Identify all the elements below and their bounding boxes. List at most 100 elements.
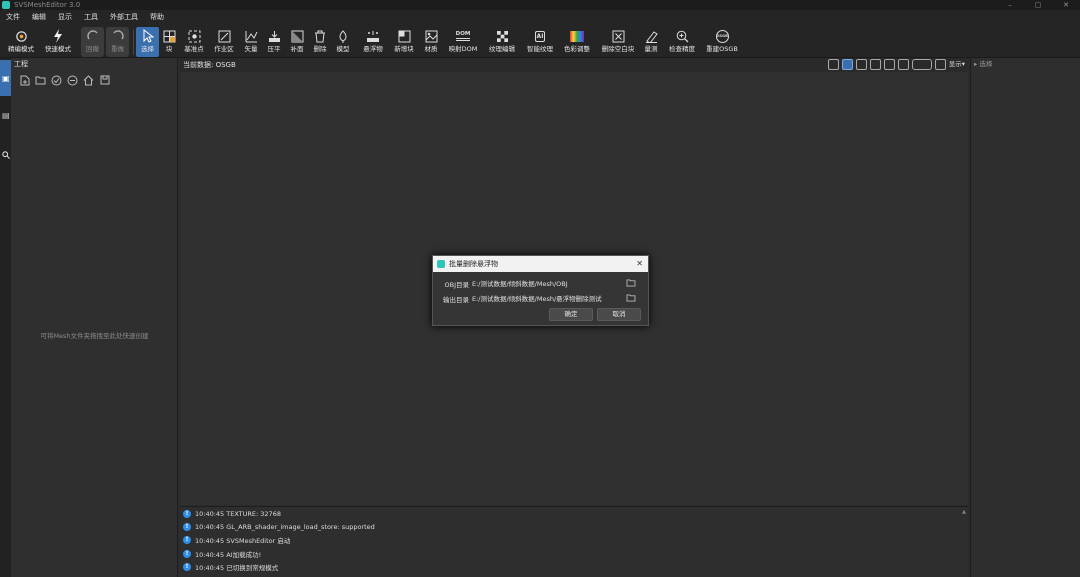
- project-panel: 工程 可将Mesh文件夹拖拽至此处快速创建: [11, 58, 178, 577]
- floating-object-button[interactable]: 悬浮物: [360, 27, 386, 57]
- browse-folder-icon[interactable]: [626, 294, 638, 304]
- dom-map-icon-bar: [456, 38, 470, 41]
- menu-help[interactable]: 帮助: [144, 10, 170, 25]
- dialog-title: 批量删除悬浮物: [449, 260, 498, 268]
- check-precision-button[interactable]: 检查精度: [667, 27, 697, 57]
- rebuild-osgb-button[interactable]: OSGB 重建OSGB: [704, 27, 740, 57]
- view-cube-icon[interactable]: [855, 59, 867, 70]
- display-dropdown[interactable]: 显示▾: [949, 59, 965, 70]
- menu-external-tools[interactable]: 外部工具: [104, 10, 144, 25]
- project-toolbar: [11, 71, 177, 89]
- title-bar: SVSMeshEditor 3.0 – ▢ ✕: [0, 0, 1080, 10]
- log-entry: ! 10:40:45 GL_ARB_shader_image_load_store…: [180, 520, 968, 533]
- obj-dir-field[interactable]: E:/测试数据/倾斜数据/Mesh/OBJ: [471, 279, 624, 290]
- menu-tools[interactable]: 工具: [78, 10, 104, 25]
- precision-mode-button[interactable]: 精编模式: [6, 27, 36, 57]
- menu-file[interactable]: 文件: [0, 10, 26, 25]
- reference-point-icon: [187, 29, 201, 43]
- dialog-titlebar: 批量删除悬浮物 ✕: [433, 256, 648, 272]
- model-icon: [336, 29, 350, 43]
- dom-map-icon: DOM: [453, 29, 473, 43]
- drop-hint-text: 可将Mesh文件夹拖拽至此处快速创建: [40, 332, 149, 340]
- project-panel-title: 工程: [14, 60, 28, 68]
- work-area-button[interactable]: 作业区: [212, 27, 236, 57]
- vector-button[interactable]: 矢量: [242, 27, 260, 57]
- viewport-controls: 显示▾: [827, 59, 965, 70]
- home-icon[interactable]: [83, 74, 94, 86]
- left-activity-bar: ▣ ▤: [0, 58, 11, 577]
- layers-icon[interactable]: ▤: [2, 111, 10, 120]
- check-circle-icon[interactable]: [51, 75, 62, 86]
- info-icon: !: [183, 509, 191, 518]
- delete-empty-block-icon: [611, 29, 625, 43]
- close-window-button[interactable]: ✕: [1052, 0, 1080, 10]
- block-tool-button[interactable]: 块: [161, 27, 177, 57]
- project-tab[interactable]: ▣: [0, 60, 11, 96]
- current-data-value: OSGB: [215, 61, 236, 69]
- minimize-button[interactable]: –: [996, 0, 1024, 10]
- obj-dir-row: OBJ目录 E:/测试数据/倾斜数据/Mesh/OBJ: [433, 278, 650, 290]
- select-tool-button[interactable]: 选择: [136, 27, 159, 57]
- add-block-icon: [397, 29, 411, 43]
- ok-button[interactable]: 确定: [549, 308, 593, 321]
- info-icon: !: [183, 523, 191, 532]
- measure-button[interactable]: 量测: [642, 27, 660, 57]
- check-precision-icon: [675, 29, 689, 43]
- main-toolbar: 精编模式 快速模式 回撤 重做 选择 块 基准点 作业区 矢量 压平 补面 删除…: [0, 25, 1080, 58]
- view-checked-icon[interactable]: [897, 59, 909, 70]
- scroll-up-icon[interactable]: ▲: [962, 509, 966, 515]
- flatten-button[interactable]: 压平: [265, 27, 283, 57]
- measure-icon: [644, 29, 658, 43]
- view-check-icon[interactable]: [883, 59, 895, 70]
- patch-face-button[interactable]: 补面: [288, 27, 306, 57]
- ai-texture-icon: AI: [534, 30, 546, 42]
- material-icon: [424, 29, 438, 43]
- view-box-icon[interactable]: [827, 59, 839, 70]
- maximize-button[interactable]: ▢: [1024, 0, 1052, 10]
- view-polygon-icon[interactable]: [841, 59, 853, 70]
- app-logo-icon: [437, 260, 445, 268]
- dialog-close-button[interactable]: ✕: [636, 259, 643, 268]
- delete-button[interactable]: 删除: [311, 27, 329, 57]
- model-button[interactable]: 模型: [334, 27, 352, 57]
- menu-bar: 文件 编辑 显示 工具 外部工具 帮助: [0, 10, 1080, 25]
- selection-header[interactable]: ▸ 选择: [971, 58, 1080, 71]
- undo-button[interactable]: 回撤: [81, 27, 104, 57]
- ai-texture-button[interactable]: AI 智能纹理: [525, 27, 555, 57]
- menu-view[interactable]: 显示: [52, 10, 78, 25]
- viewport-header: 当前数据: OSGB 显示▾: [180, 58, 968, 72]
- log-entry: ! 10:40:45 AI加载成功!: [180, 547, 968, 560]
- reference-point-button[interactable]: 基准点: [182, 27, 206, 57]
- fast-mode-button[interactable]: 快速模式: [43, 27, 73, 57]
- delete-empty-block-button[interactable]: 删除空白块: [600, 27, 636, 57]
- batch-delete-floating-dialog: 批量删除悬浮物 ✕ OBJ目录 E:/测试数据/倾斜数据/Mesh/OBJ 输出…: [432, 255, 649, 326]
- dom-map-button[interactable]: DOM 映射DOM: [446, 27, 480, 57]
- precision-mode-icon: [14, 29, 28, 43]
- minus-circle-icon[interactable]: [67, 75, 78, 86]
- redo-icon: [111, 29, 125, 43]
- cancel-button[interactable]: 取消: [597, 308, 641, 321]
- view-cylinder-icon[interactable]: [869, 59, 881, 70]
- view-layout-icon[interactable]: [934, 59, 946, 70]
- browse-folder-icon[interactable]: [626, 279, 638, 289]
- view-toggle-icon[interactable]: [911, 59, 932, 70]
- right-properties-panel: ▸ 选择: [970, 58, 1080, 577]
- patch-face-icon: [290, 29, 304, 43]
- new-file-icon[interactable]: [19, 75, 30, 86]
- redo-button[interactable]: 重做: [106, 27, 129, 57]
- lightning-icon: [51, 29, 65, 43]
- material-button[interactable]: 材质: [422, 27, 440, 57]
- obj-dir-label: OBJ目录: [444, 281, 470, 289]
- texture-edit-button[interactable]: 纹理编辑: [487, 27, 517, 57]
- output-dir-field[interactable]: E:/测试数据/倾斜数据/Mesh/悬浮物删除测试: [471, 294, 624, 305]
- color-adjust-button[interactable]: 色彩调整: [562, 27, 592, 57]
- output-dir-label: 输出目录: [443, 296, 469, 304]
- search-icon[interactable]: [2, 151, 10, 161]
- menu-edit[interactable]: 编辑: [26, 10, 52, 25]
- info-icon: !: [183, 536, 191, 545]
- save-icon[interactable]: [99, 75, 110, 86]
- open-folder-icon[interactable]: [35, 75, 46, 86]
- info-icon: !: [183, 563, 191, 572]
- project-icon: ▣: [2, 74, 10, 83]
- add-block-button[interactable]: 新增块: [391, 27, 417, 57]
